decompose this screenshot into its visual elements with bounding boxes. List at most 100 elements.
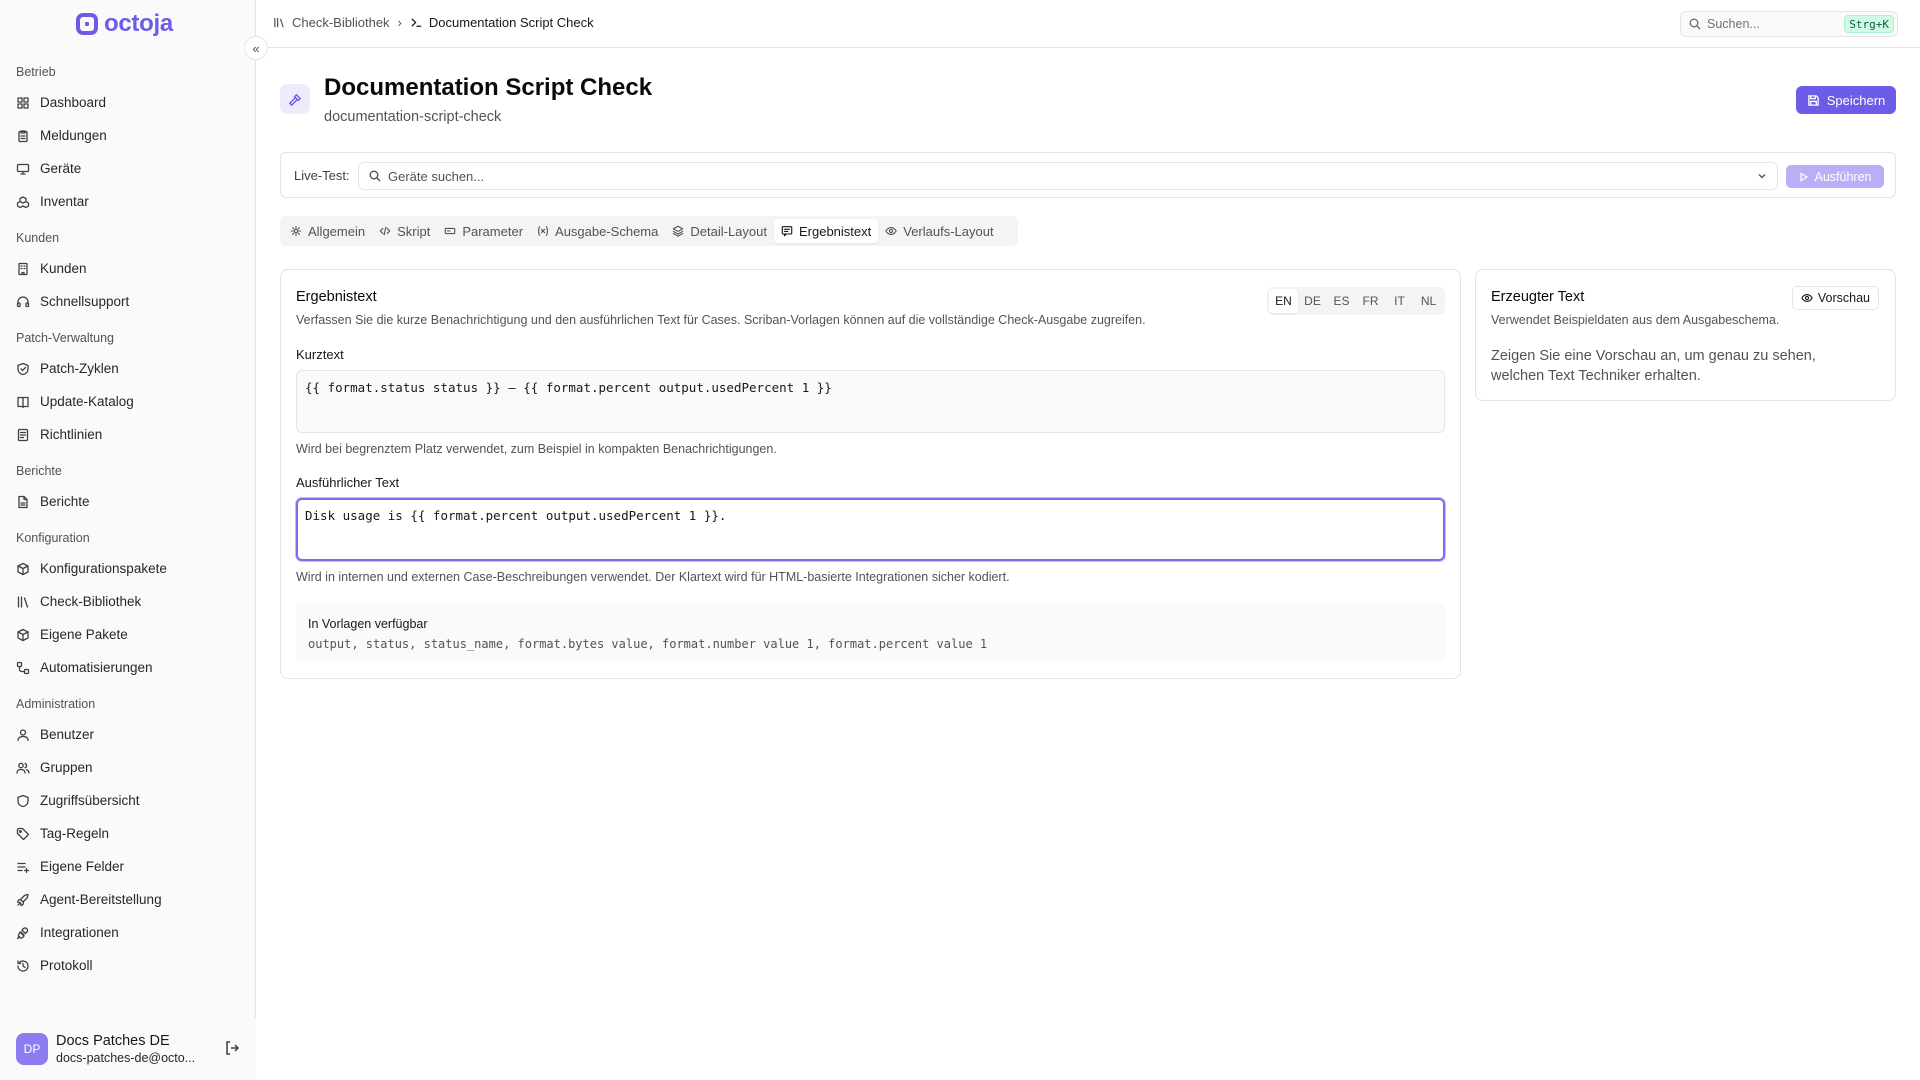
search-input[interactable]: Suchen... Strg+K (1680, 11, 1898, 37)
breadcrumb-current-label: Documentation Script Check (428, 15, 594, 30)
collapse-sidebar-button[interactable]: « (244, 36, 268, 60)
sidebar-item-schnellsupport[interactable]: Schnellsupport (0, 285, 256, 318)
sidebar-item-dashboard[interactable]: Dashboard (0, 86, 256, 119)
long-text-field[interactable]: Disk usage is {{ format.percent output.u… (296, 498, 1445, 561)
tab-verlaufs-layout[interactable]: Verlaufs-Layout (878, 219, 1000, 243)
run-button-label: Ausführen (1814, 169, 1872, 184)
short-text-field[interactable]: {{ format.status status }} — {{ format.p… (296, 370, 1445, 433)
sidebar-item-tag-regeln[interactable]: Tag-Regeln (0, 817, 256, 850)
sidebar-item-kunden[interactable]: Kunden (0, 252, 256, 285)
generated-empty-text: Zeigen Sie eine Vorschau an, um genau zu… (1491, 348, 1816, 384)
tab-ergebnistext[interactable]: Ergebnistext (773, 219, 879, 243)
tab-skript[interactable]: Skript (372, 219, 437, 243)
language-tab-nl[interactable]: NL (1414, 289, 1443, 313)
list-plus-icon (16, 860, 30, 874)
short-text-label: Kurztext (296, 347, 344, 362)
run-button[interactable]: Ausführen (1786, 165, 1884, 188)
sidebar-item-meldungen[interactable]: Meldungen (0, 119, 256, 152)
nav-group-patch-verwaltung: Patch-Verwaltung (16, 331, 114, 345)
logout-icon[interactable] (224, 1040, 240, 1059)
user-email: docs-patches-de@octo... (56, 1050, 196, 1065)
sidebar-item-gruppen[interactable]: Gruppen (0, 751, 256, 784)
language-tab-fr[interactable]: FR (1356, 289, 1385, 313)
breadcrumb: Check-Bibliothek › Documentation Script … (273, 15, 594, 30)
save-button[interactable]: Speichern (1796, 86, 1896, 114)
sidebar-item-eigene-felder[interactable]: Eigene Felder (0, 850, 256, 883)
sidebar-item-eigene-pakete[interactable]: Eigene Pakete (0, 618, 256, 651)
chevrons-left-icon: « (252, 40, 260, 56)
page-title: Documentation Script Check (324, 74, 653, 101)
sidebar-item-konfigurationspakete[interactable]: Konfigurationspakete (0, 552, 256, 585)
sidebar-item-label: Automatisierungen (40, 660, 153, 675)
user-profile[interactable]: DP Docs Patches DE docs-patches-de@octo.… (0, 1018, 256, 1080)
code-icon (379, 225, 391, 237)
tab-ausgabe-schema[interactable]: Ausgabe-Schema (530, 219, 665, 243)
sidebar-item-update-katalog[interactable]: Update-Katalog (0, 385, 256, 418)
variable-icon (537, 225, 549, 237)
sidebar-item-label: Protokoll (40, 958, 93, 973)
sidebar-item-agent-bereitstellung[interactable]: Agent-Bereitstellung (0, 883, 256, 916)
sidebar-item-gerate[interactable]: Geräte (0, 152, 256, 185)
tab-detail-layout[interactable]: Detail-Layout (665, 219, 774, 243)
sidebar-item-protokoll[interactable]: Protokoll (0, 949, 256, 982)
save-button-label: Speichern (1826, 92, 1886, 108)
sidebar-item-label: Check-Bibliothek (40, 594, 142, 609)
terminal-icon (411, 18, 422, 27)
card-description: Verfassen Sie die kurze Benachrichtigung… (296, 313, 1146, 327)
sidebar-item-zugriffsubersicht[interactable]: Zugriffsübersicht (0, 784, 256, 817)
live-test-bar: Live-Test: Geräte suchen... Ausführen (280, 152, 1896, 198)
available-variables: In Vorlagen verfügbar output, status, st… (296, 603, 1445, 663)
sidebar-item-label: Tag-Regeln (40, 826, 110, 841)
sidebar-item-berichte[interactable]: Berichte (0, 485, 256, 518)
sidebar-item-patch-zyklen[interactable]: Patch-Zyklen (0, 352, 256, 385)
clipboard-icon (16, 129, 30, 143)
sidebar-item-benutzer[interactable]: Benutzer (0, 718, 256, 751)
search-icon (369, 170, 381, 182)
building-icon (16, 262, 30, 276)
sidebar-item-richtlinien[interactable]: Richtlinien (0, 418, 256, 451)
chevron-down-icon (1758, 174, 1766, 179)
sidebar-item-inventar[interactable]: Inventar (0, 185, 256, 218)
breadcrumb-parent[interactable]: Check-Bibliothek (273, 15, 390, 30)
save-icon (1807, 94, 1819, 106)
sidebar-item-integrationen[interactable]: Integrationen (0, 916, 256, 949)
tag-icon (16, 827, 30, 841)
nav-group-betrieb: Betrieb (16, 65, 56, 79)
tab-parameter[interactable]: Parameter (437, 219, 530, 243)
hammer-icon (280, 84, 310, 114)
page-slug: documentation-script-check (324, 109, 502, 125)
sidebar-item-label: Dashboard (40, 95, 107, 110)
book-icon (16, 395, 30, 409)
sidebar-item-check-bibliothek[interactable]: Check-Bibliothek (0, 585, 256, 618)
play-icon (1799, 171, 1808, 182)
tab-allgemein[interactable]: Allgemein (283, 219, 372, 243)
sidebar-item-label: Meldungen (40, 128, 107, 143)
live-test-label: Live-Test: (294, 168, 350, 183)
grid-icon (16, 96, 30, 110)
long-text-hint: Wird in internen und externen Case-Besch… (296, 570, 1010, 584)
language-tab-en[interactable]: EN (1269, 289, 1298, 313)
language-tab-it[interactable]: IT (1385, 289, 1414, 313)
tab-label: Verlaufs-Layout (903, 223, 994, 239)
preview-button[interactable]: Vorschau (1791, 286, 1879, 310)
monitor-icon (16, 162, 30, 176)
device-search-select[interactable]: Geräte suchen... (358, 162, 1778, 190)
sidebar-item-label: Benutzer (40, 727, 95, 742)
sidebar-item-label: Konfigurationspakete (40, 561, 167, 576)
generated-description: Verwendet Beispieldaten aus dem Ausgabes… (1491, 313, 1780, 327)
sidebar-item-label: Geräte (40, 161, 82, 176)
sidebar-item-label: Eigene Pakete (40, 627, 128, 642)
language-tab-es[interactable]: ES (1327, 289, 1356, 313)
language-tab-de[interactable]: DE (1298, 289, 1327, 313)
sidebar-item-label: Richtlinien (40, 427, 103, 442)
search-placeholder: Suchen... (1707, 17, 1760, 31)
tab-label: Skript (397, 223, 431, 239)
shield-icon (16, 794, 30, 808)
tab-label: Ausgabe-Schema (555, 223, 659, 239)
available-variables-list: output, status, status_name, format.byte… (308, 637, 988, 651)
library-icon (274, 17, 284, 28)
breadcrumb-current: Documentation Script Check (410, 15, 594, 30)
message-icon (781, 225, 793, 237)
sidebar-item-automatisierungen[interactable]: Automatisierungen (0, 651, 256, 684)
logo[interactable]: octoja (76, 10, 173, 38)
